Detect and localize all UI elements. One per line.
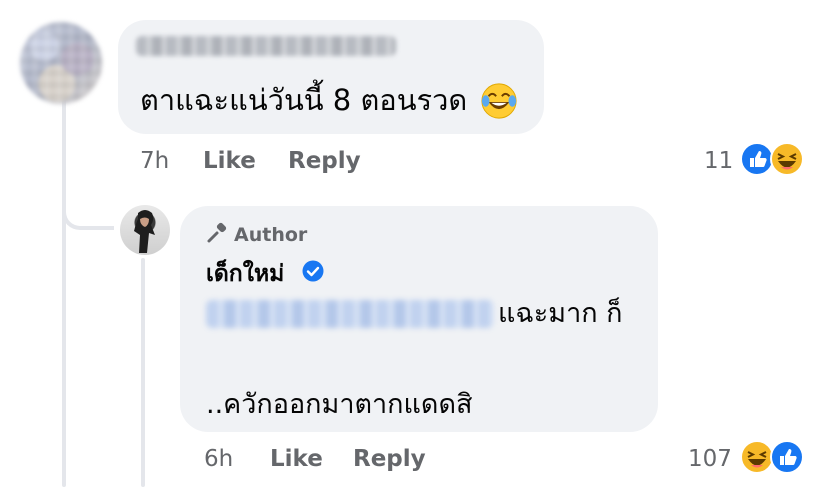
comment-like-button[interactable]: Like xyxy=(203,148,256,174)
laughing-emoji-icon xyxy=(481,83,517,119)
comment-text-content: ตาแฉะแน่วันนี้ 8 ตอนรวด xyxy=(140,83,468,117)
reply-author-name[interactable]: เด็กใหม่ xyxy=(206,256,284,292)
author-photo-icon xyxy=(134,210,155,253)
comment-text: ตาแฉะแน่วันนี้ 8 ตอนรวด xyxy=(140,80,467,120)
comment-reaction-count[interactable]: 11 xyxy=(704,148,733,174)
reply-time[interactable]: 6h xyxy=(204,446,233,472)
reply-text-line2: ..ควักออกมาตากแดดสิ xyxy=(206,389,473,420)
haha-reaction-icon xyxy=(770,142,804,176)
reply-like-button[interactable]: Like xyxy=(270,446,323,472)
reply-reaction-count[interactable]: 107 xyxy=(688,446,732,472)
mention-tag-redacted[interactable] xyxy=(206,300,494,328)
thread-line xyxy=(62,92,66,487)
commenter-avatar[interactable] xyxy=(20,22,102,104)
comment-reply-button[interactable]: Reply xyxy=(288,148,361,174)
verified-badge-icon xyxy=(302,260,324,282)
author-badge-label: Author xyxy=(234,224,308,246)
comment-time[interactable]: 7h xyxy=(140,148,169,174)
like-reaction-icon xyxy=(740,142,774,176)
microphone-icon xyxy=(207,222,227,243)
reply-text-line1: แฉะมาก ก็ xyxy=(498,298,623,329)
haha-reaction-icon xyxy=(740,440,774,474)
thread-line-reply xyxy=(141,258,145,487)
thread-connector xyxy=(62,170,114,230)
commenter-name-redacted[interactable] xyxy=(136,36,396,56)
like-reaction-icon xyxy=(770,440,804,474)
author-avatar[interactable] xyxy=(120,205,170,255)
reply-reply-button[interactable]: Reply xyxy=(353,446,426,472)
author-badge: Author xyxy=(206,222,307,246)
